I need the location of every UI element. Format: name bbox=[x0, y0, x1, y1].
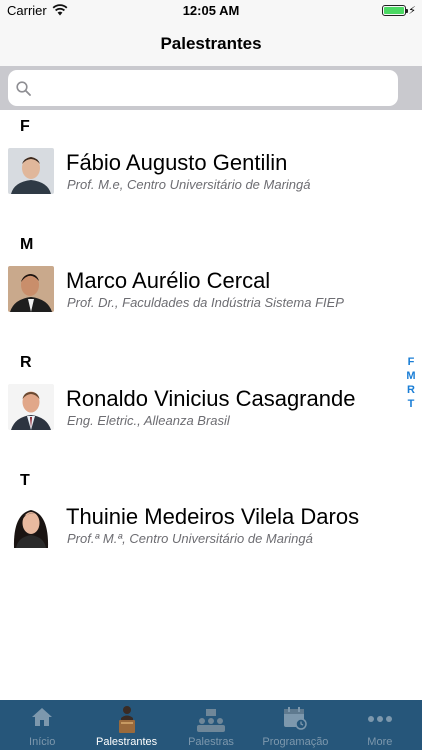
audience-icon bbox=[197, 709, 226, 732]
calendar-icon bbox=[284, 707, 308, 730]
speaker-name: Fábio Augusto Gentilin bbox=[66, 150, 288, 175]
section-header-t: T bbox=[20, 472, 30, 489]
clock-label: 12:05 AM bbox=[182, 3, 240, 18]
navigation-bar: Palestrantes bbox=[0, 22, 422, 66]
tab-more[interactable]: More bbox=[338, 700, 422, 750]
speaker-name: Marco Aurélio Cercal bbox=[66, 268, 271, 293]
speaker-icon bbox=[118, 706, 135, 733]
speaker-affiliation: Prof.ª M.ª, Centro Universitário de Mari… bbox=[67, 531, 313, 546]
section-index: F M R T bbox=[404, 355, 418, 411]
index-letter-t[interactable]: T bbox=[404, 397, 418, 411]
avatar bbox=[8, 266, 54, 312]
speaker-name: Thuinie Medeiros Vilela Daros bbox=[66, 504, 360, 529]
charging-bolt-icon: ⚡ bbox=[408, 5, 416, 17]
tab-label: Palestrantes bbox=[96, 736, 158, 748]
tab-palestrantes[interactable]: Palestrantes bbox=[84, 700, 168, 750]
speaker-name: Ronaldo Vinicius Casagrande bbox=[66, 386, 356, 411]
search-bar bbox=[0, 66, 422, 110]
speaker-affiliation: Prof. Dr., Faculdades da Indústria Siste… bbox=[67, 295, 344, 310]
speaker-affiliation: Prof. M.e, Centro Universitário de Marin… bbox=[67, 177, 311, 192]
battery-icon bbox=[382, 5, 408, 16]
avatar bbox=[8, 384, 54, 430]
speaker-row-ronaldo[interactable]: Ronaldo Vinicius Casagrande Eng. Eletric… bbox=[0, 376, 400, 438]
speaker-row-fabio[interactable]: Fábio Augusto Gentilin Prof. M.e, Centro… bbox=[0, 140, 400, 202]
tab-palestras[interactable]: Palestras bbox=[169, 700, 253, 750]
index-letter-f[interactable]: F bbox=[404, 355, 418, 369]
tab-label: Palestras bbox=[188, 736, 234, 748]
speaker-affiliation: Eng. Eletric., Alleanza Brasil bbox=[67, 413, 230, 428]
tab-inicio[interactable]: Início bbox=[0, 700, 84, 750]
tab-bar: Início Palestrantes Palestras Programaçã… bbox=[0, 700, 422, 750]
index-letter-m[interactable]: M bbox=[404, 369, 418, 383]
avatar bbox=[8, 148, 54, 194]
tab-programacao[interactable]: Programação bbox=[253, 700, 337, 750]
search-icon bbox=[16, 81, 31, 96]
tab-label: More bbox=[367, 736, 393, 748]
avatar bbox=[8, 502, 54, 548]
section-header-f: F bbox=[20, 118, 30, 135]
tab-label: Programação bbox=[262, 736, 329, 748]
section-header-m: M bbox=[20, 236, 34, 253]
search-field[interactable] bbox=[8, 70, 398, 106]
search-input[interactable] bbox=[40, 70, 390, 106]
tab-label: Início bbox=[29, 736, 56, 748]
section-header-r: R bbox=[20, 354, 32, 371]
speaker-row-thuinie[interactable]: Thuinie Medeiros Vilela Daros Prof.ª M.ª… bbox=[0, 494, 400, 556]
speaker-row-marco[interactable]: Marco Aurélio Cercal Prof. Dr., Faculdad… bbox=[0, 258, 400, 320]
more-icon bbox=[367, 716, 392, 722]
page-title: Palestrantes bbox=[160, 34, 262, 53]
status-bar: Carrier 12:05 AM ⚡ bbox=[0, 0, 422, 22]
index-letter-r[interactable]: R bbox=[404, 383, 418, 397]
home-icon bbox=[32, 708, 53, 726]
